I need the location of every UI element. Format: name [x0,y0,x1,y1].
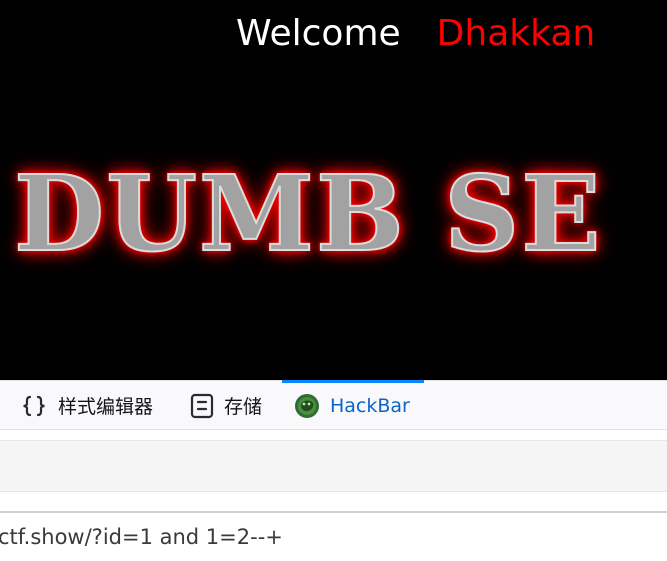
dumb-security-banner: DUMB SE [13,152,603,275]
tab-storage[interactable]: 存储 [190,381,262,430]
tab-style-editor-label: 样式编辑器 [58,396,154,418]
tab-hackbar[interactable]: HackBar [282,380,424,430]
devtools-panel: 样式编辑器 存储 HackBar ctf.show/?id=1 and 1=2-… [0,380,667,561]
welcome-text: Welcome [236,13,401,54]
tab-storage-label: 存储 [224,396,263,418]
welcome-line: Welcome Dhakkan [236,12,595,56]
url-input[interactable]: ctf.show/?id=1 and 1=2--+ [0,525,283,549]
username-text: Dhakkan [436,13,596,54]
hackbar-toolbar [0,440,667,492]
storage-icon [190,393,214,419]
braces-icon [20,394,48,418]
webpage-viewport: Welcome Dhakkan DUMB SE [0,0,667,380]
tab-style-editor[interactable]: 样式编辑器 [20,381,153,430]
tab-hackbar-label: HackBar [330,394,410,417]
hackbar-icon [294,393,320,419]
devtools-tabbar: 样式编辑器 存储 HackBar [0,380,667,430]
hackbar-url-area[interactable]: ctf.show/?id=1 and 1=2--+ [0,513,667,561]
